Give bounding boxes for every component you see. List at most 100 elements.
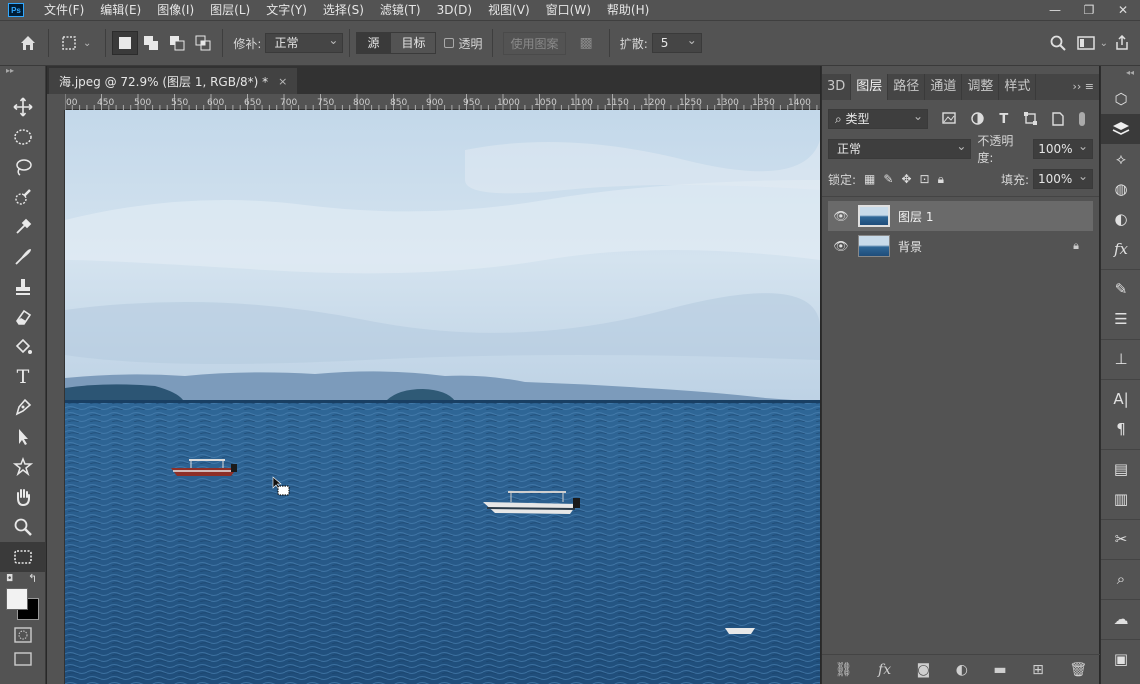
vertical-ruler[interactable] [47, 110, 65, 684]
foreground-color-swatch[interactable] [6, 588, 28, 610]
new-adjustment-icon[interactable]: ◐ [956, 662, 968, 678]
workspace-icon[interactable] [1072, 29, 1100, 57]
tab-channels[interactable]: 通道 [925, 74, 963, 100]
visibility-eye-icon[interactable]: 👁︎ [828, 239, 854, 253]
swap-colors-icon[interactable]: ↰ [28, 572, 37, 585]
adjustments-panel-icon[interactable]: ◐ [1101, 204, 1140, 234]
lock-all-icon[interactable]: 🔒︎ [938, 172, 944, 187]
document-tab[interactable]: 海.jpeg @ 72.9% (图层 1, RGB/8*) * × [49, 68, 298, 94]
healing-brush-tool-icon[interactable] [0, 242, 46, 272]
lock-pixels-brush-icon[interactable]: ✎ [883, 172, 893, 186]
screen-mode-icon[interactable] [0, 648, 46, 670]
move-tool-icon[interactable] [0, 92, 46, 122]
image-canvas[interactable] [65, 110, 820, 684]
restore-button[interactable]: ❐ [1072, 0, 1106, 20]
new-selection-icon[interactable] [112, 31, 139, 55]
patch-tool-preset-icon[interactable] [55, 29, 83, 57]
filter-kind-select[interactable]: ⌕ 类型 [828, 107, 928, 129]
menu-window[interactable]: 窗口(W) [538, 0, 599, 20]
paint-bucket-tool-icon[interactable] [0, 332, 46, 362]
minimize-button[interactable]: — [1038, 0, 1072, 20]
quick-selection-tool-icon[interactable] [0, 182, 46, 212]
properties-panel-icon[interactable]: ☰ [1101, 304, 1140, 334]
clone-source-icon[interactable]: ⊥ [1101, 344, 1140, 374]
tool-presets-icon[interactable]: ✂ [1101, 524, 1140, 554]
navigator-panel-icon[interactable]: ⌕ [1101, 564, 1140, 594]
layer-row-layer1[interactable]: 👁︎ 图层 1 [828, 201, 1093, 231]
paths-panel-icon[interactable]: ⟡ [1101, 144, 1140, 174]
menu-file[interactable]: 文件(F) [36, 0, 92, 20]
menu-help[interactable]: 帮助(H) [599, 0, 657, 20]
tab-3d[interactable]: 3D [822, 74, 852, 100]
share-icon[interactable] [1108, 29, 1136, 57]
transparent-checkbox[interactable] [444, 38, 455, 48]
menu-edit[interactable]: 编辑(E) [92, 0, 149, 20]
link-layers-icon[interactable]: ⛓︎ [835, 662, 853, 678]
chevron-down-icon[interactable]: ⌄ [83, 38, 91, 49]
filter-shape-icon[interactable] [1023, 111, 1037, 125]
use-pattern-button[interactable]: 使用图案 [503, 31, 566, 55]
pen-tool-icon[interactable] [0, 392, 46, 422]
creative-cloud-icon[interactable]: ☁ [1101, 604, 1140, 634]
eyedropper-tool-icon[interactable] [0, 212, 46, 242]
character-panel-icon[interactable]: A| [1101, 384, 1140, 414]
channels-panel-icon[interactable]: ◍ [1101, 174, 1140, 204]
source-button[interactable]: 源 [356, 32, 391, 54]
spread-select[interactable]: 5 [651, 31, 702, 53]
dock-collapse-icon[interactable]: ◂◂ [1101, 66, 1140, 84]
zoom-tool-icon[interactable] [0, 512, 46, 542]
patch-tool-icon[interactable] [0, 542, 46, 572]
layer-style-fx-icon[interactable]: fx [878, 662, 891, 678]
close-button[interactable]: ✕ [1106, 0, 1140, 20]
lock-artboard-icon[interactable]: ⊡ [920, 172, 930, 186]
target-button[interactable]: 目标 [390, 32, 437, 54]
new-group-folder-icon[interactable]: ▬ [993, 662, 1006, 678]
layers-panel-icon[interactable] [1101, 114, 1140, 144]
delete-layer-trash-icon[interactable]: 🗑︎ [1069, 662, 1087, 678]
lasso-tool-icon[interactable] [0, 152, 46, 182]
repair-mode-select[interactable]: 正常 [265, 31, 344, 53]
custom-shape-tool-icon[interactable] [0, 452, 46, 482]
paragraph-panel-icon[interactable]: ¶ [1101, 414, 1140, 444]
close-tab-icon[interactable]: × [278, 75, 287, 88]
search-icon[interactable] [1044, 29, 1072, 57]
filter-toggle-icon[interactable] [1079, 111, 1086, 126]
3d-panel-icon[interactable]: ⬡ [1101, 84, 1140, 114]
type-tool-icon[interactable]: T [0, 362, 46, 392]
filter-type-icon[interactable]: T [999, 112, 1008, 127]
lock-transparent-icon[interactable]: ▦ [864, 172, 875, 186]
default-colors-icon[interactable]: ◘ [6, 574, 13, 584]
brush-settings-icon[interactable]: ✎ [1101, 274, 1140, 304]
home-icon[interactable] [14, 29, 42, 57]
menu-filter[interactable]: 滤镜(T) [372, 0, 429, 20]
ruler-origin[interactable] [47, 94, 65, 110]
pattern-picker-icon[interactable]: ▩ [580, 35, 593, 51]
notes-panel-icon[interactable]: ▥ [1101, 484, 1140, 514]
quick-mask-icon[interactable] [0, 622, 46, 648]
fill-input[interactable]: 100% [1033, 167, 1093, 189]
layer-row-background[interactable]: 👁︎ 背景 🔒︎ [828, 231, 1093, 261]
menu-image[interactable]: 图像(I) [149, 0, 202, 20]
menu-type[interactable]: 文字(Y) [258, 0, 315, 20]
opacity-input[interactable]: 100% [1033, 137, 1093, 159]
styles-panel-icon[interactable]: fx [1101, 234, 1140, 264]
add-selection-icon[interactable] [138, 31, 164, 55]
tab-paths[interactable]: 路径 [888, 74, 926, 100]
add-mask-icon[interactable]: ◙ [917, 662, 931, 678]
filter-adjustment-icon[interactable] [971, 111, 984, 125]
tab-styles[interactable]: 样式 [999, 74, 1037, 100]
tab-layers[interactable]: 图层 [851, 74, 889, 100]
collapse-icon[interactable]: ▸▸ [0, 66, 45, 76]
image-panel-icon[interactable]: ▣ [1101, 644, 1140, 674]
more-tabs-icon[interactable]: ›› ≡ [1067, 74, 1099, 100]
visibility-eye-icon[interactable]: 👁︎ [828, 209, 854, 223]
intersect-selection-icon[interactable] [190, 31, 216, 55]
menu-view[interactable]: 视图(V) [480, 0, 538, 20]
path-selection-tool-icon[interactable] [0, 422, 46, 452]
blend-mode-select[interactable]: 正常 [828, 137, 972, 159]
menu-select[interactable]: 选择(S) [315, 0, 372, 20]
tab-adjustments[interactable]: 调整 [962, 74, 1000, 100]
menu-layer[interactable]: 图层(L) [202, 0, 258, 20]
new-layer-icon[interactable]: ⊞ [1032, 662, 1044, 678]
hand-tool-icon[interactable] [0, 482, 46, 512]
